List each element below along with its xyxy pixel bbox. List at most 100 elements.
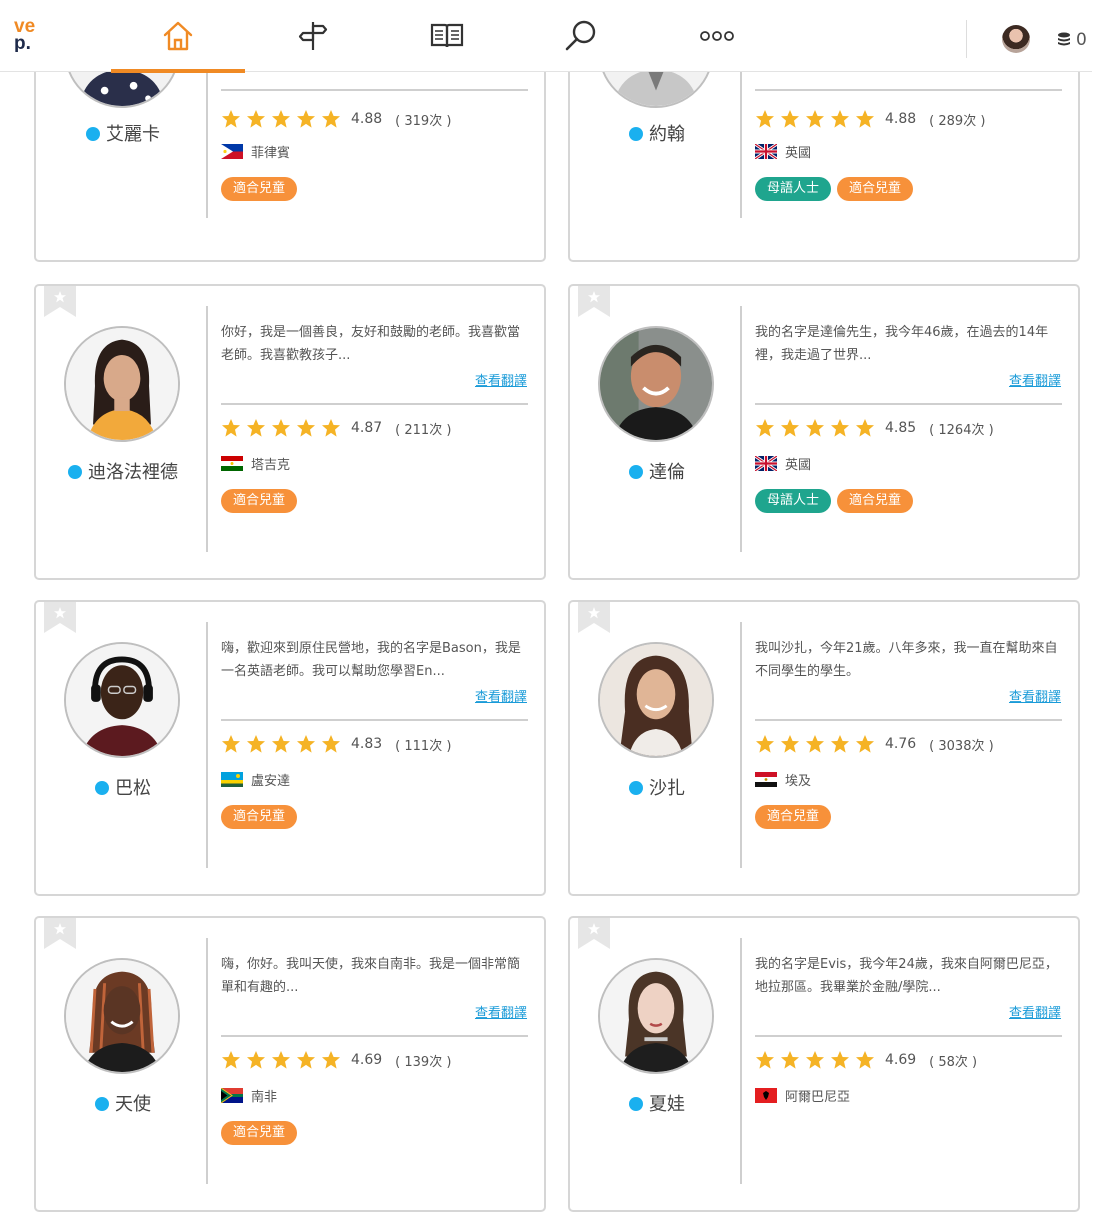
- tutor-name[interactable]: 艾麗卡: [36, 120, 210, 146]
- tag-kids-friendly: 適合兒童: [837, 177, 914, 201]
- tutor-photo[interactable]: [64, 642, 180, 758]
- lesson-count: ( 111次 ): [395, 738, 452, 754]
- online-status-dot: [95, 1097, 109, 1111]
- view-translation-link[interactable]: 查看翻譯: [1009, 686, 1061, 705]
- flag-egypt-icon: [755, 772, 777, 787]
- tag-list: 適合兒童: [221, 177, 298, 201]
- tag-list: 適合兒童: [221, 805, 298, 829]
- tutor-name[interactable]: 迪洛法裡德: [36, 458, 210, 484]
- star-icon: [272, 110, 290, 128]
- site-logo[interactable]: ve p.: [0, 18, 60, 52]
- star-icon: [756, 110, 774, 128]
- tutor-intro: 我的名字是達倫先生，我今年46歲，在過去的14年裡，我走過了世界...: [755, 325, 1049, 363]
- star-icon: [322, 419, 340, 437]
- bookmark-icon[interactable]: [578, 917, 610, 949]
- rating-score: 4.69: [885, 1052, 917, 1068]
- bookmark-icon[interactable]: [44, 601, 76, 633]
- tutor-name[interactable]: 約翰: [570, 120, 744, 146]
- tutor-name[interactable]: 夏娃: [570, 1090, 744, 1116]
- home-icon: [163, 21, 193, 51]
- tutor-card[interactable]: 達倫 我的名字是達倫先生，我今年46歲，在過去的14年裡，我走過了世界... 查…: [568, 284, 1080, 580]
- user-avatar[interactable]: [1002, 25, 1030, 53]
- coin-balance[interactable]: 0: [1056, 30, 1087, 50]
- tutor-name[interactable]: 巴松: [36, 774, 210, 800]
- tutor-intro: 我的名字是Evis，我今年24歲，我來自阿爾巴尼亞，地拉那區。我畢業於金融/學院…: [755, 957, 1058, 995]
- view-translation-link[interactable]: 查看翻譯: [1009, 1002, 1061, 1021]
- tag-list: 適合兒童: [755, 805, 832, 829]
- view-translation-link[interactable]: 查看翻譯: [475, 686, 527, 705]
- rating: 4.69 ( 139次 ): [221, 1050, 451, 1070]
- tutor-country: 塔吉克: [221, 454, 290, 473]
- rating-score: 4.83: [351, 736, 383, 752]
- star-icon: [322, 735, 340, 753]
- rating: 4.76 ( 3038次 ): [755, 734, 994, 754]
- divider: [221, 89, 528, 91]
- bookmark-icon[interactable]: [578, 285, 610, 317]
- tag-native-speaker: 母語人士: [755, 489, 832, 513]
- tutor-card[interactable]: 迪洛法裡德 你好，我是一個善良，友好和鼓勵的老師。我喜歡當老師。我喜歡教孩子..…: [34, 284, 546, 580]
- view-translation-link[interactable]: 查看翻譯: [475, 1002, 527, 1021]
- tutor-card[interactable]: 天使 嗨，你好。我叫天使，我來自南非。我是一個非常簡單和有趣的... 查看翻譯 …: [34, 916, 546, 1212]
- flag-uk-icon: [755, 456, 777, 471]
- coin-stack-icon: [1058, 32, 1070, 46]
- divider: [221, 719, 528, 721]
- bookmark-icon[interactable]: [44, 285, 76, 317]
- nav-divider: [966, 20, 967, 58]
- star-icon: [222, 110, 240, 128]
- tutor-photo[interactable]: [64, 958, 180, 1074]
- tutor-photo[interactable]: [598, 958, 714, 1074]
- online-status-dot: [86, 127, 100, 141]
- tutor-name[interactable]: 天使: [36, 1090, 210, 1116]
- star-icon: [247, 419, 265, 437]
- lesson-count: ( 289次 ): [929, 113, 986, 129]
- view-translation-link[interactable]: 查看翻譯: [1009, 370, 1061, 389]
- nav-explore[interactable]: [246, 0, 380, 72]
- star-icon: [756, 1051, 774, 1069]
- divider: [221, 1035, 528, 1037]
- tutor-photo[interactable]: [598, 326, 714, 442]
- online-status-dot: [68, 465, 82, 479]
- nav-search[interactable]: [514, 0, 648, 72]
- tutor-photo[interactable]: [64, 326, 180, 442]
- star-icon: [322, 1051, 340, 1069]
- divider: [740, 938, 742, 1184]
- star-icon: [781, 1051, 799, 1069]
- tutor-country: 英國: [755, 142, 811, 161]
- tag-kids-friendly: 適合兒童: [221, 1121, 298, 1145]
- tag-kids-friendly: 適合兒童: [755, 805, 832, 829]
- flag-philippines-icon: [221, 144, 243, 159]
- tutor-card[interactable]: 巴松 嗨，歡迎來到原住民營地，我的名字是Bason，我是一名英語老師。我可以幫助…: [34, 600, 546, 896]
- bookmark-icon[interactable]: [578, 601, 610, 633]
- tag-kids-friendly: 適合兒童: [221, 489, 298, 513]
- tag-list: 母語人士 適合兒童: [755, 489, 914, 513]
- star-icon: [806, 110, 824, 128]
- nav-home[interactable]: [111, 0, 245, 73]
- star-icon: [756, 419, 774, 437]
- star-icon: [831, 419, 849, 437]
- view-translation-link[interactable]: 查看翻譯: [475, 370, 527, 389]
- tutor-card[interactable]: 沙扎 我叫沙扎，今年21歲。八年多來，我一直在幫助來自不同學生的學生。 查看翻譯…: [568, 600, 1080, 896]
- tutor-photo[interactable]: [598, 642, 714, 758]
- nav-more[interactable]: [650, 0, 784, 72]
- tag-list: 母語人士 適合兒童: [755, 177, 914, 201]
- rating-score: 4.88: [885, 111, 917, 127]
- bookmark-icon[interactable]: [44, 917, 76, 949]
- star-icon: [297, 419, 315, 437]
- tutor-name[interactable]: 沙扎: [570, 774, 744, 800]
- tutor-card-grid: 艾麗卡 查看翻譯 4.88 ( 319次 ) 菲律賓 適合兒童 約翰 查看翻譯: [0, 0, 1110, 1212]
- online-status-dot: [95, 781, 109, 795]
- rating: 4.69 ( 58次 ): [755, 1050, 977, 1070]
- online-status-dot: [629, 1097, 643, 1111]
- star-icon: [272, 419, 290, 437]
- star-icon: [856, 110, 874, 128]
- tutor-intro: 嗨，歡迎來到原住民營地，我的名字是Bason，我是一名英語老師。我可以幫助您學習…: [221, 641, 521, 679]
- star-icon: [247, 735, 265, 753]
- tutor-card[interactable]: 夏娃 我的名字是Evis，我今年24歲，我來自阿爾巴尼亞，地拉那區。我畢業於金融…: [568, 916, 1080, 1212]
- tutor-name[interactable]: 達倫: [570, 458, 744, 484]
- star-icon: [297, 735, 315, 753]
- divider: [206, 938, 208, 1184]
- top-navigation-bar: ve p. 0: [0, 0, 1092, 73]
- online-status-dot: [629, 465, 643, 479]
- star-icon: [856, 419, 874, 437]
- nav-courses[interactable]: [380, 0, 514, 72]
